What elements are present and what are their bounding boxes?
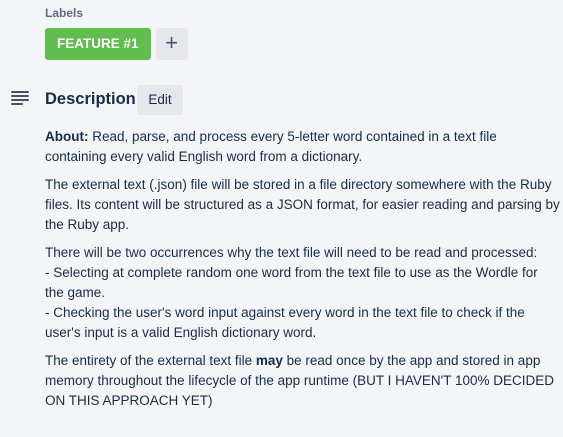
label-chip-feature-1[interactable]: FEATURE #1 (45, 28, 151, 60)
description-title: Description (45, 90, 136, 108)
memory-text-before: The entirety of the external text file (45, 353, 256, 368)
occurrence-item-2: - Checking the user's word input against… (45, 305, 525, 340)
occurrences-intro: There will be two occurrences why the te… (45, 245, 538, 260)
description-lines-icon (11, 91, 29, 105)
description-body[interactable]: About: Read, parse, and process every 5-… (45, 127, 560, 419)
paragraph-about: About: Read, parse, and process every 5-… (45, 127, 560, 167)
paragraph-occurrences: There will be two occurrences why the te… (45, 243, 560, 343)
about-label: About: (45, 129, 89, 144)
memory-bold-may: may (255, 353, 283, 368)
paragraph-external-file: The external text (.json) file will be s… (45, 177, 560, 232)
labels-list: FEATURE #1 + (45, 28, 188, 60)
labels-heading: Labels (45, 6, 84, 20)
add-label-button[interactable]: + (155, 28, 188, 60)
about-text: Read, parse, and process every 5-letter … (45, 129, 497, 164)
edit-description-button[interactable]: Edit (137, 85, 183, 115)
paragraph-memory: The entirety of the external text file m… (45, 351, 560, 411)
occurrence-item-1: - Selecting at complete random one word … (45, 265, 538, 300)
